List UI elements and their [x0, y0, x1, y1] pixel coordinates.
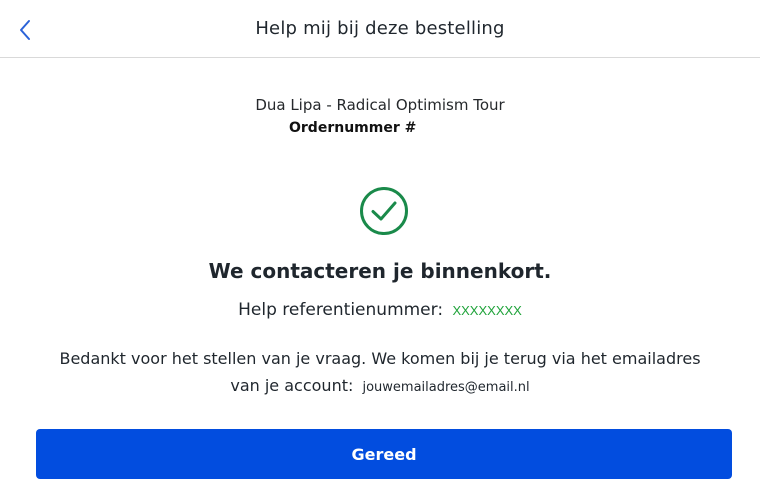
event-name: Dua Lipa - Radical Optimism Tour [255, 96, 505, 114]
done-button[interactable]: Gereed [36, 429, 732, 479]
account-label: van je account: [230, 376, 354, 395]
header-bar: Help mij bij deze bestelling [0, 0, 760, 58]
confirmation-headline: We contacteren je binnenkort. [208, 259, 552, 283]
thanks-line-2: van je account: jouwemailadres@email.nl [0, 372, 760, 401]
reference-value: XXXXXXXX [452, 303, 522, 318]
thanks-message: Bedankt voor het stellen van je vraag. W… [0, 345, 760, 401]
thanks-line-1: Bedankt voor het stellen van je vraag. W… [59, 349, 701, 368]
order-number-label: Ordernummer # [289, 120, 417, 136]
reference-row: Help referentienummer: XXXXXXXX [0, 300, 760, 320]
reference-label: Help referentienummer: [238, 300, 444, 320]
check-circle-icon [360, 187, 408, 235]
account-email: jouwemailadres@email.nl [362, 380, 530, 395]
page-title: Help mij bij deze bestelling [255, 18, 505, 39]
